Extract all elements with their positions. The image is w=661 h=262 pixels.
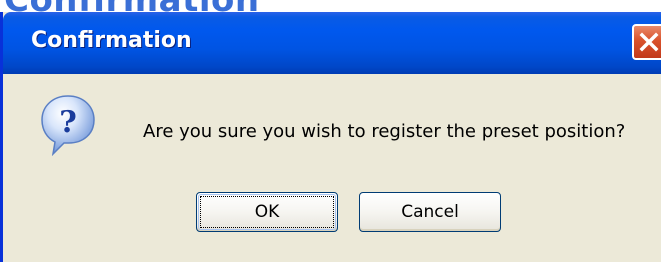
svg-text:?: ? [59, 105, 77, 140]
close-icon [639, 32, 659, 52]
confirmation-dialog: Confirmation ? Are you sure you wish to … [0, 12, 661, 262]
cancel-button-label: Cancel [401, 202, 459, 222]
ok-button-label: OK [254, 202, 280, 222]
dialog-title: Confirmation [31, 28, 192, 53]
close-button[interactable] [632, 24, 661, 60]
ok-button[interactable]: OK [196, 192, 338, 232]
question-icon: ? [41, 95, 95, 156]
dialog-titlebar[interactable]: Confirmation [3, 12, 661, 74]
cancel-button[interactable]: Cancel [359, 192, 501, 232]
confirmation-message: Are you sure you wish to register the pr… [143, 121, 626, 142]
